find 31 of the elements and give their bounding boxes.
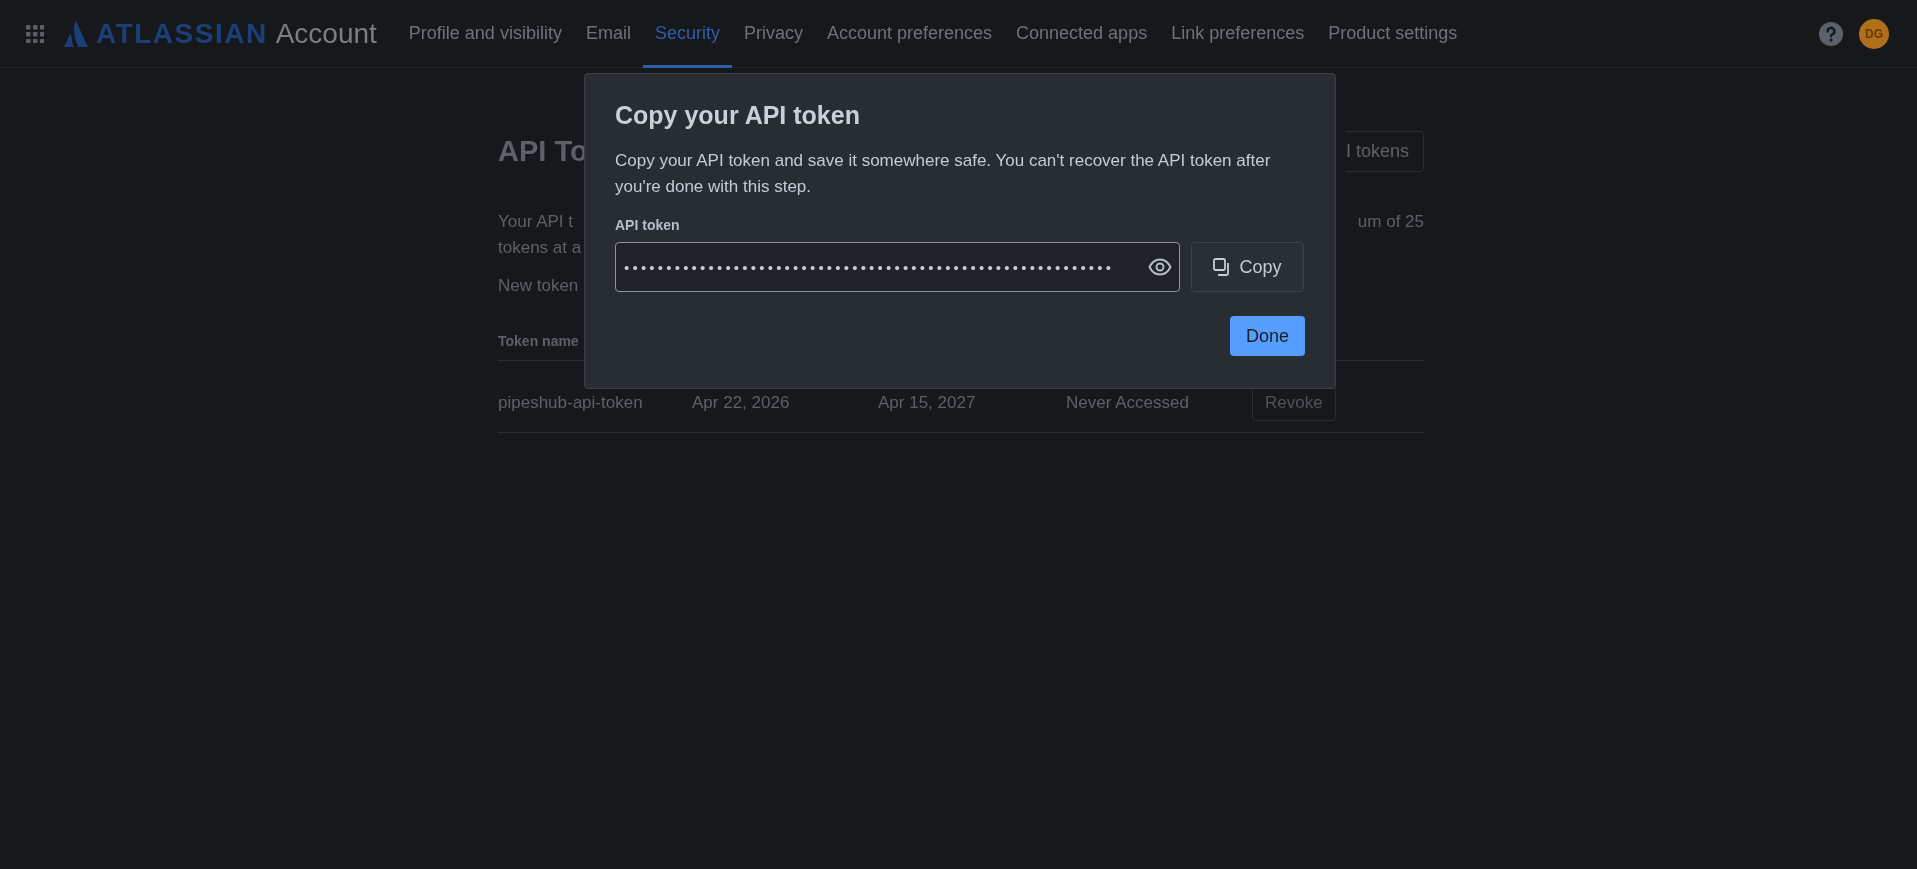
- table-cell-text: Apr 22, 2026: [692, 392, 791, 415]
- table-cell-text: pipeshub-api-token: [498, 392, 644, 415]
- nav-tab[interactable]: Connected apps: [1004, 0, 1160, 68]
- nav-tab[interactable]: Privacy: [731, 0, 815, 68]
- eye-icon[interactable]: [1148, 258, 1172, 276]
- nav-tab[interactable]: Email: [573, 0, 643, 68]
- logo-icon: [64, 20, 88, 47]
- product-name: Account: [275, 16, 377, 51]
- done-button[interactable]: Done: [1230, 316, 1305, 356]
- nav-tab[interactable]: Product settings: [1316, 0, 1470, 68]
- note-text: New token: [498, 274, 580, 297]
- intro-text: um of 25: [1357, 210, 1424, 233]
- copy-button[interactable]: Copy: [1191, 242, 1304, 292]
- nav-tab[interactable]: Profile and visibility: [396, 0, 574, 68]
- intro-text: Your API t: [498, 210, 574, 233]
- manage-tokens-button[interactable]: I tokens: [1345, 131, 1424, 173]
- column-header: Token name: [498, 332, 579, 349]
- help-icon[interactable]: [1819, 21, 1843, 46]
- field-label: API token: [615, 216, 681, 235]
- nav-tab[interactable]: Account preferences: [814, 0, 1005, 68]
- copy-icon: [1213, 258, 1232, 276]
- dialog-title: Copy your API token: [615, 100, 861, 130]
- dialog-text: Copy your API token and save it somewhere safe. You can't recover the API token after you're done with this step.: [615, 150, 1272, 198]
- avatar[interactable]: DG: [1859, 18, 1889, 49]
- nav-tab[interactable]: Link preferences: [1159, 0, 1317, 68]
- app-switcher-icon[interactable]: [26, 24, 44, 43]
- intro-text: tokens at a: [498, 236, 582, 259]
- nav-tab[interactable]: Security: [642, 0, 732, 68]
- token-field[interactable]: ••••••••••••••••••••••••••••••••••••••••••••••••••••••••••: [615, 242, 1180, 292]
- table-cell-text: Never Accessed: [1066, 392, 1190, 415]
- table-cell-text: Apr 15, 2027: [878, 392, 977, 415]
